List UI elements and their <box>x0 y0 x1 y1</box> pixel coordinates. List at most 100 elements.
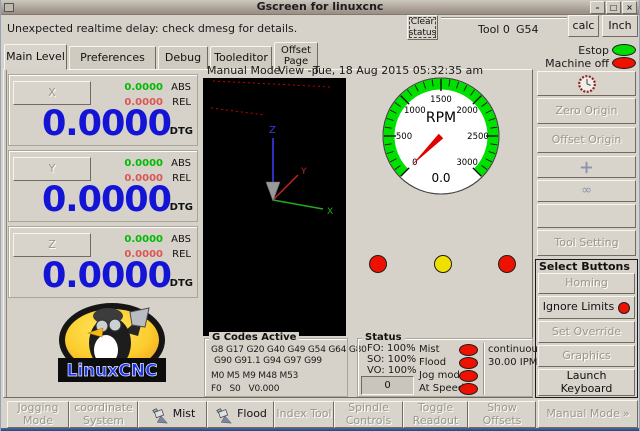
axis-frame-x: X 0.0000 ABS 0.0000 REL 0.0000 DTG <box>8 74 198 146</box>
tool-cone <box>266 182 280 201</box>
machine-off-led <box>612 57 636 69</box>
rel-label-y: REL <box>172 173 191 184</box>
show-offsets-button[interactable]: Show Offsets <box>468 401 536 428</box>
axis-select-button-y[interactable]: Y <box>13 157 91 181</box>
tab-main-level[interactable]: Main Level <box>4 44 67 70</box>
clear-status-button[interactable]: Clear status <box>407 15 438 40</box>
svg-text:500: 500 <box>396 132 412 142</box>
velocity-override-label: VO: 100% <box>367 365 417 376</box>
tab-preferences[interactable]: Preferences <box>69 46 156 70</box>
status-frame-title: Status <box>362 332 405 343</box>
flood-button[interactable]: Flood <box>207 401 274 428</box>
svg-text:1500: 1500 <box>430 95 452 105</box>
move-to-button[interactable] <box>537 156 636 178</box>
spindle-controls-button[interactable]: Spindle Controls <box>334 401 403 428</box>
toggle-readout-button[interactable]: Toggle Readout <box>403 401 468 428</box>
rel-label-z: REL <box>172 249 191 260</box>
blank-button[interactable] <box>537 204 636 228</box>
paned-handle[interactable] <box>3 70 7 397</box>
axis-select-button-x[interactable]: X <box>13 81 91 105</box>
tool-setting-button[interactable]: Tool Setting <box>537 230 636 256</box>
gcodes-frame-title: G Codes Active <box>209 332 299 343</box>
spindle-led-center <box>434 255 452 273</box>
gremlin-3d-view[interactable]: Z Y X <box>203 78 346 336</box>
dtg-value-x: 0.0000 <box>42 107 171 142</box>
zero-origin-button[interactable]: Zero Origin <box>537 98 636 124</box>
abs-label-z: ABS <box>171 234 191 245</box>
estop-led <box>612 44 636 56</box>
abs-value-y: 0.0000 <box>124 158 163 169</box>
spindle-override-label: SO: 100% <box>367 354 416 365</box>
ignore-limits-label: Ignore Limits <box>539 301 618 314</box>
atspeed-led <box>459 383 478 395</box>
abs-value-z: 0.0000 <box>124 234 163 245</box>
abs-label-x: ABS <box>171 82 191 93</box>
titlebar[interactable]: Gscreen for linuxcnc – □ × <box>1 0 639 15</box>
homing-button[interactable]: Homing <box>538 273 635 294</box>
index-tool-button[interactable]: Index Tool <box>274 401 334 428</box>
tool-number-label: Tool 0 <box>478 23 510 36</box>
machine-limits-line <box>213 81 331 87</box>
ignore-limits-button[interactable]: Ignore Limits <box>538 296 635 319</box>
svg-text:3000: 3000 <box>456 158 478 168</box>
graphics-button[interactable]: Graphics <box>538 345 635 367</box>
mode-label: Manual Mode <box>207 64 280 77</box>
gcode-line-1: G8 G17 G20 G40 G49 G54 G64 G80 <box>211 345 367 355</box>
flood-spray-icon <box>214 404 234 426</box>
units-toggle-button[interactable]: Inch <box>602 15 638 37</box>
launch-keyboard-button[interactable]: Launch Keyboard <box>538 369 635 396</box>
jog-rate-value: 30.00 IPM <box>488 357 537 368</box>
svg-text:RPM: RPM <box>426 110 456 126</box>
window-menu-icon[interactable] <box>4 3 14 12</box>
svg-text:2000: 2000 <box>456 106 478 116</box>
move-cross-icon <box>579 160 594 175</box>
mist-button[interactable]: Mist <box>138 401 207 428</box>
dtg-label-z: DTG <box>170 278 193 289</box>
coordinate-system-button[interactable]: coordinate System <box>69 401 138 428</box>
flood-indicator-label: Flood <box>419 357 446 368</box>
tab-debug[interactable]: Debug <box>158 46 208 70</box>
svg-text:0.0: 0.0 <box>431 171 450 185</box>
calc-button[interactable]: calc <box>568 15 599 37</box>
atspeed-indicator-label: At Speed <box>419 383 464 394</box>
tool-panel-divider <box>441 17 567 18</box>
override-spinbox[interactable]: 0 <box>361 376 414 395</box>
axis-frame-z: Z 0.0000 ABS 0.0000 REL 0.0000 DTG <box>8 226 198 298</box>
spindle-led-left <box>369 255 387 273</box>
flood-button-label: Flood <box>237 408 267 421</box>
linuxcnc-logo: LinuxCNC <box>46 300 178 392</box>
realtime-delay-message: Unexpected realtime delay: check dmesg f… <box>7 22 297 35</box>
offset-tool-button[interactable]: ∞ <box>537 180 636 202</box>
machine-off-label: Machine off <box>537 57 609 70</box>
mist-spray-icon <box>150 404 170 426</box>
axis-select-button-z[interactable]: Z <box>13 233 91 257</box>
x-axis-line <box>273 200 323 209</box>
svg-text:1000: 1000 <box>404 106 426 116</box>
manual-mode-button[interactable]: Manual Mode » <box>538 400 638 428</box>
infinity-icon: ∞ <box>581 184 592 199</box>
fsv-line: F0 S0 V0.000 <box>211 384 279 394</box>
offset-origin-button[interactable]: Offset Origin <box>537 127 636 153</box>
spindle-stop-button[interactable] <box>537 71 636 96</box>
double-arrow-icon: » <box>623 408 630 421</box>
status-divider <box>483 343 484 395</box>
minimize-button[interactable]: – <box>590 1 605 14</box>
abs-label-y: ABS <box>171 158 191 169</box>
rpm-gauge: 050010001500200025003000RPM0.0 <box>375 70 507 202</box>
close-button[interactable]: × <box>622 1 637 14</box>
jogmode-led <box>459 370 478 382</box>
dtg-label-y: DTG <box>170 202 193 213</box>
svg-text:2500: 2500 <box>467 132 489 142</box>
manual-mode-label: Manual Mode <box>546 408 619 421</box>
dtg-value-z: 0.0000 <box>42 259 171 294</box>
rel-label-x: REL <box>172 97 191 108</box>
app-window: Gscreen for linuxcnc – □ × Unexpected re… <box>0 0 640 431</box>
jogging-mode-button[interactable]: Jogging Mode <box>7 401 69 428</box>
mist-indicator-label: Mist <box>419 344 440 355</box>
clock-icon <box>576 73 598 95</box>
feed-override-label: FO: 100% <box>367 343 416 354</box>
dtg-label-x: DTG <box>170 126 193 137</box>
maximize-button[interactable]: □ <box>606 1 621 14</box>
set-override-button[interactable]: Set Override <box>538 321 635 343</box>
axis-frame-y: Y 0.0000 ABS 0.0000 REL 0.0000 DTG <box>8 150 198 222</box>
